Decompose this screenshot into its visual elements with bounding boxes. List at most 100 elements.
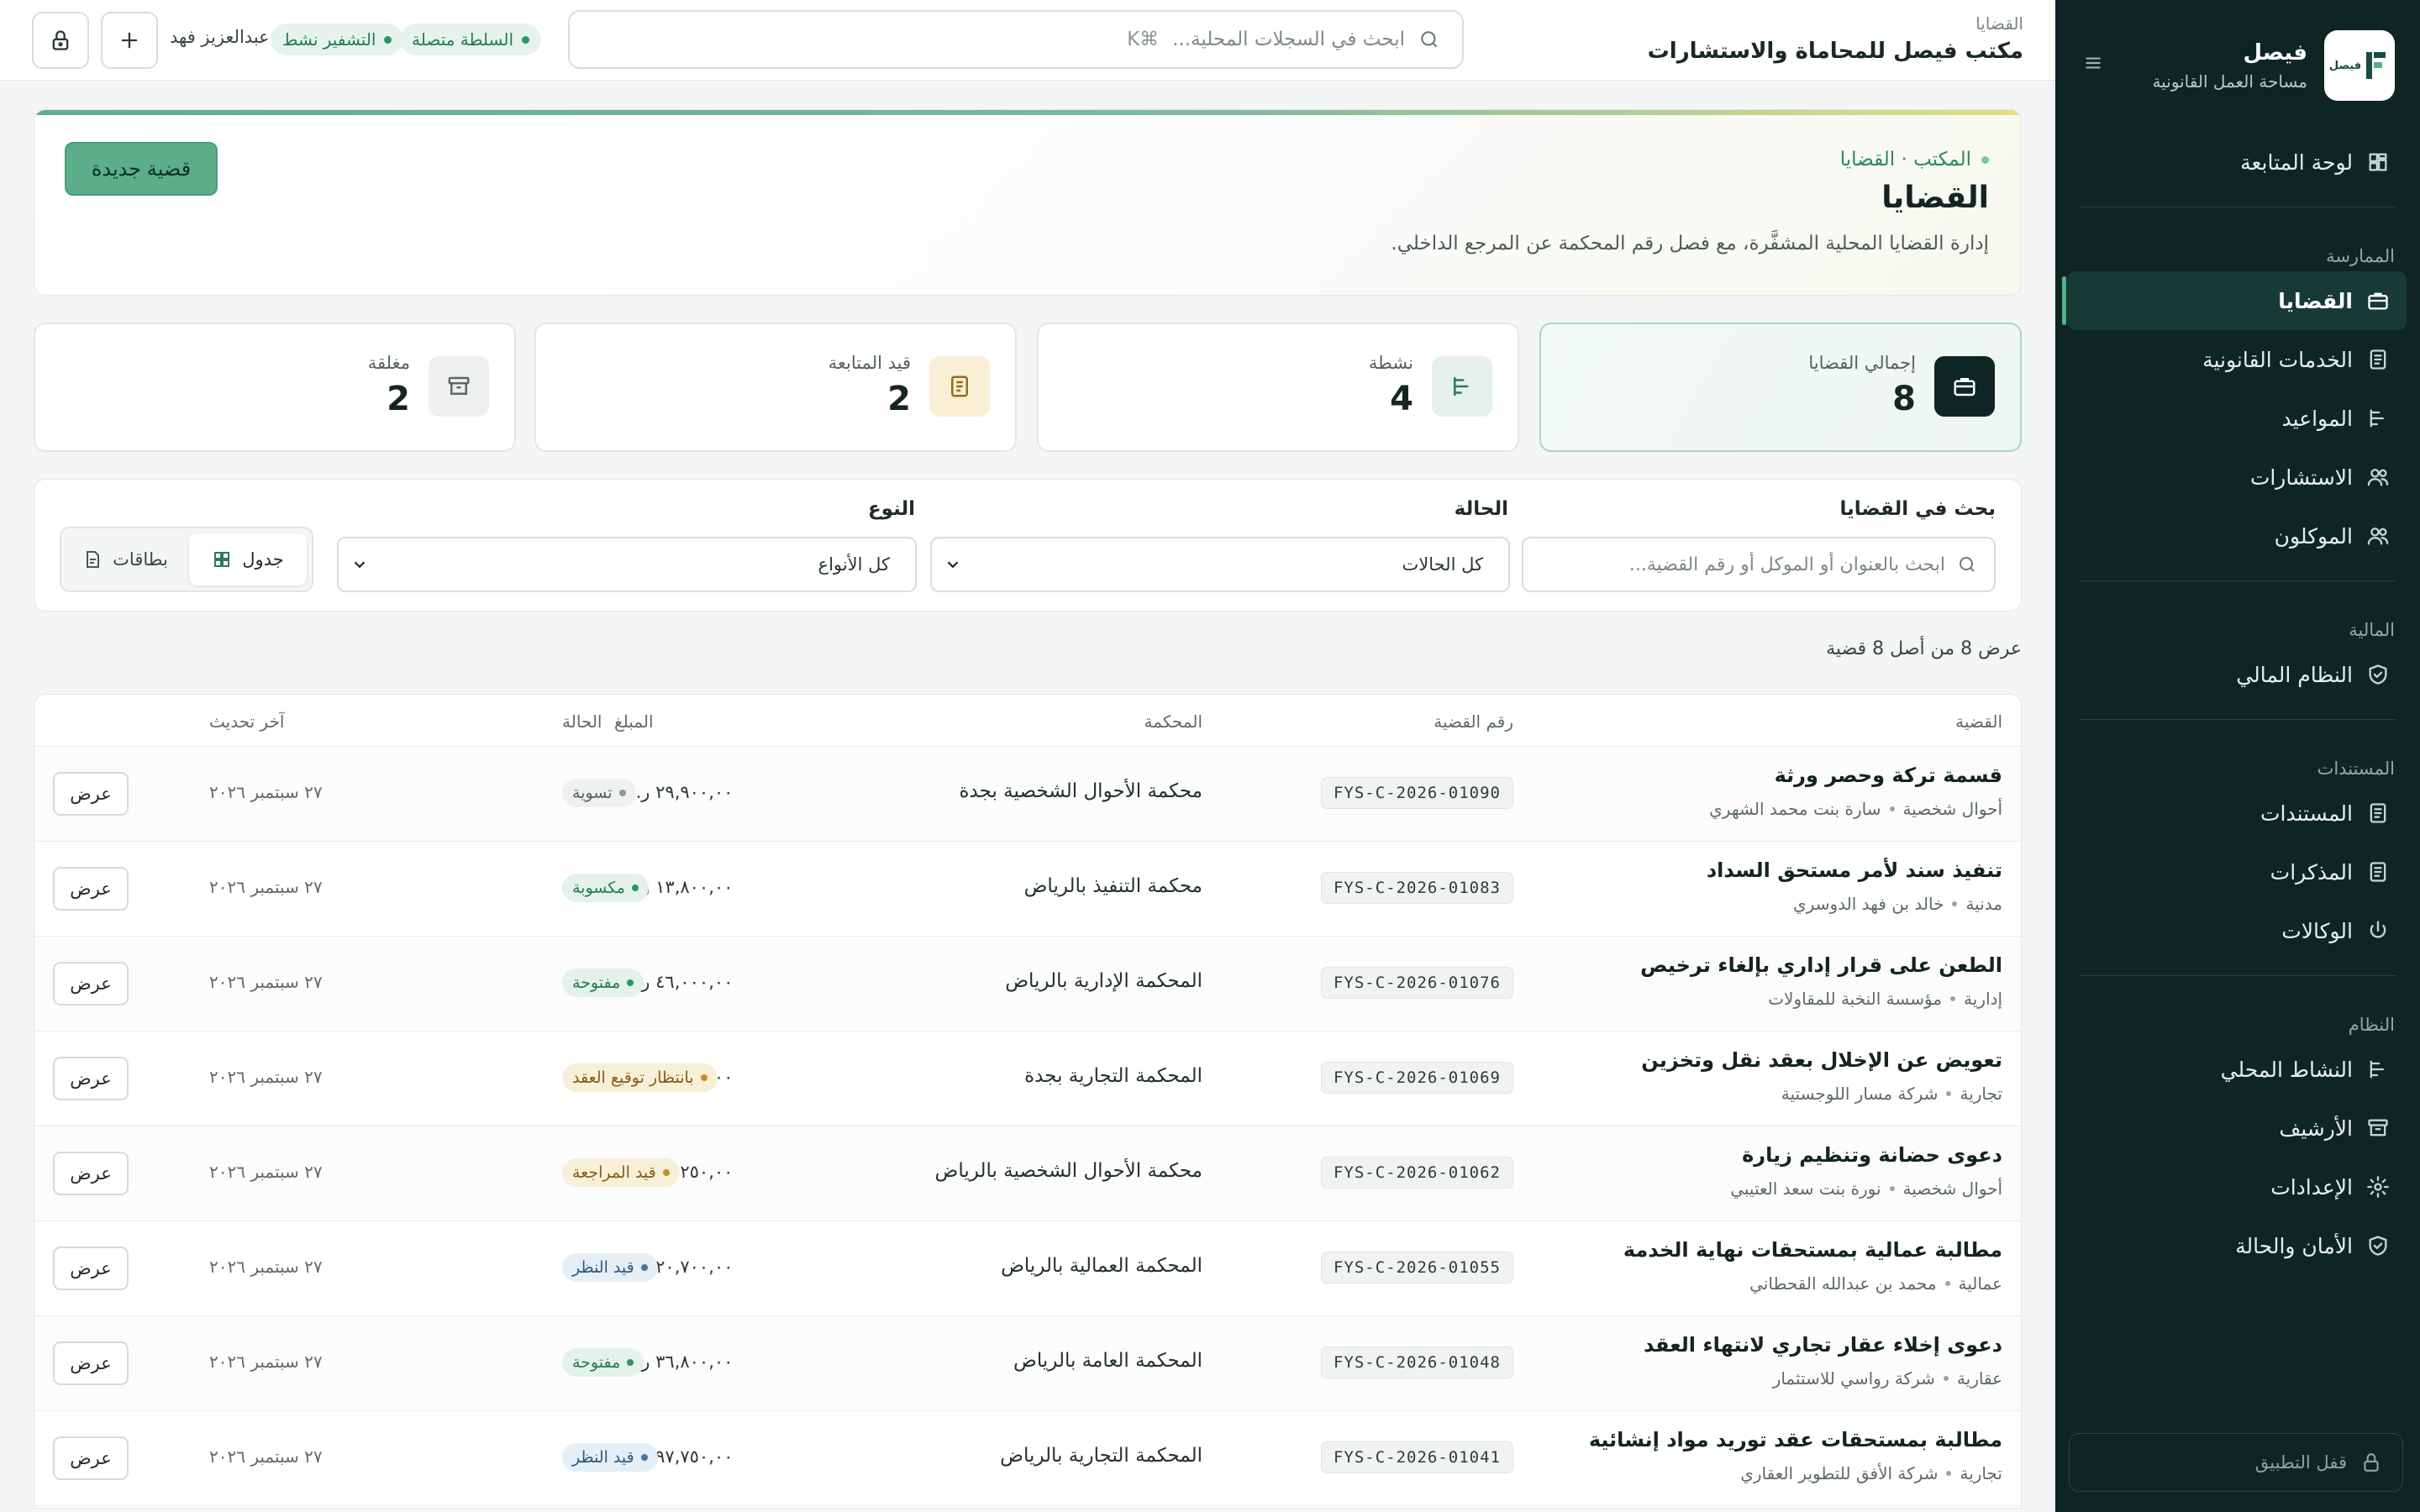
sidebar-item-appointments[interactable]: المواعيد [2055, 389, 2420, 448]
case-client: خالد بن فهد الدوسري [1793, 894, 1944, 914]
topbar: القضايا مكتب فيصل للمحاماة والاستشارات ا… [0, 0, 2055, 81]
case-title[interactable]: تنفيذ سند لأمر مستحق السداد [1707, 858, 2002, 882]
separator-dot [1943, 1376, 1949, 1381]
document-icon [2370, 803, 2386, 823]
case-court: محكمة التنفيذ بالرياض [1023, 875, 1202, 897]
separator-dot [1946, 1091, 1952, 1096]
sidebar-item-label: القضايا [2278, 288, 2353, 313]
status-text: مفتوحة [572, 974, 621, 992]
case-court: محكمة الأحوال الشخصية بالرياض [934, 1160, 1202, 1182]
case-meta: أحوال شخصية نورة بنت سعد العتيبي [1730, 1179, 2002, 1199]
view-case-button[interactable]: عرض [53, 1341, 129, 1385]
case-updated: ٢٧ سبتمبر ٢٠٢٦ [209, 877, 323, 897]
sidebar-item-memos[interactable]: المذكرات [2055, 843, 2420, 901]
case-type: عمالية [1958, 1273, 2002, 1294]
table-row[interactable]: تنفيذ سند لأمر مستحق السداد مدنية خالد بن … [34, 842, 2021, 937]
stat-active-cases[interactable]: نشطة 4 [1037, 323, 1519, 452]
case-updated: ٢٧ سبتمبر ٢٠٢٦ [209, 1257, 323, 1277]
sidebar-item-documents[interactable]: المستندات [2055, 784, 2420, 843]
add-button[interactable] [101, 12, 158, 69]
case-updated: ٢٧ سبتمبر ٢٠٢٦ [209, 1352, 323, 1372]
archive-icon [429, 356, 489, 417]
sidebar-item-settings[interactable]: الإعدادات [2055, 1158, 2420, 1216]
global-search-input[interactable]: ابحث في السجلات المحلية... ⌘K [568, 10, 1464, 69]
case-court: المحكمة العامة بالرياض [1013, 1350, 1202, 1372]
sidebar-item-finance[interactable]: النظام المالي [2055, 645, 2420, 704]
case-title[interactable]: قسمة تركة وحصر ورثة [1775, 764, 2002, 787]
case-meta: مدنية خالد بن فهد الدوسري [1793, 894, 2002, 914]
case-title[interactable]: دعوى إخلاء عقار تجاري لانتهاء العقد [1644, 1333, 2002, 1357]
nav-section-7: المالية [2349, 620, 2395, 640]
table-row[interactable]: مطالبة عمالية بمستحقات نهاية الخدمة عمالي… [34, 1221, 2021, 1316]
sidebar-item-clients[interactable]: الموكلون [2055, 507, 2420, 565]
global-search-placeholder: ابحث في السجلات المحلية... [1172, 29, 1405, 50]
col-number: رقم القضية [1434, 711, 1513, 732]
nav-section-1: الممارسة [2326, 246, 2395, 266]
sidebar-collapse-button[interactable] [2082, 52, 2104, 74]
sidebar-item-label: الإعدادات [2270, 1174, 2353, 1200]
case-court: المحكمة التجارية بالرياض [1000, 1445, 1202, 1467]
user-name[interactable]: عبدالعزيز فهد [170, 27, 270, 47]
lock-app-button[interactable]: قفل التطبيق [2069, 1433, 2403, 1492]
sidebar-item-label: الأرشيف [2279, 1116, 2353, 1141]
table-row[interactable]: قسمة تركة وحصر ورثة أحوال شخصية سارة بنت م… [34, 747, 2021, 842]
breadcrumb-text[interactable]: المكتب · القضايا [1840, 149, 1971, 171]
view-case-button[interactable]: عرض [53, 1436, 129, 1480]
stat-total-cases[interactable]: إجمالي القضايا 8 [1539, 323, 2022, 452]
search-icon [1960, 557, 1975, 572]
sidebar-item-cases[interactable]: القضايا [2062, 271, 2407, 330]
view-table-button[interactable]: جدول [189, 533, 307, 585]
view-case-button[interactable]: عرض [53, 1152, 129, 1195]
case-number: FYS-C-2026-01062 [1320, 1157, 1513, 1189]
nav-divider [2079, 719, 2396, 720]
sidebar-item-label: المذكرات [2270, 859, 2353, 885]
view-case-button[interactable]: عرض [53, 867, 129, 911]
top-breadcrumb: القضايا مكتب فيصل للمحاماة والاستشارات [1648, 13, 2023, 64]
view-cards-button[interactable]: بطاقات [66, 533, 184, 585]
case-number: FYS-C-2026-01055 [1320, 1252, 1513, 1284]
nav-section-13: النظام [2348, 1015, 2395, 1035]
case-updated: ٢٧ سبتمبر ٢٠٢٦ [209, 1067, 323, 1087]
table-row[interactable]: دعوى إخلاء عقار تجاري لانتهاء العقد عقاري… [34, 1316, 2021, 1411]
view-case-button[interactable]: عرض [53, 1057, 129, 1100]
sidebar-item-security[interactable]: الأمان والحالة [2055, 1216, 2420, 1275]
brand[interactable]: فيصل فيصل مساحة العمل القانونية [2152, 30, 2395, 101]
view-case-button[interactable]: عرض [53, 1247, 129, 1290]
table-row[interactable]: دعوى حضانة وتنظيم زيارة أحوال شخصية نورة ب… [34, 1126, 2021, 1221]
stat-closed-cases[interactable]: مغلقة 2 [34, 323, 516, 452]
case-title[interactable]: مطالبة عمالية بمستحقات نهاية الخدمة [1623, 1238, 2002, 1262]
table-row[interactable]: الطعن على قرار إداري بإلغاء ترخيص إدارية م… [34, 937, 2021, 1032]
view-case-button[interactable]: عرض [53, 962, 129, 1005]
sidebar-item-services[interactable]: الخدمات القانونية [2055, 330, 2420, 389]
case-title[interactable]: الطعن على قرار إداري بإلغاء ترخيص [1640, 953, 2002, 977]
view-case-button[interactable]: عرض [53, 772, 129, 816]
menu-icon [2086, 57, 2101, 69]
nav-divider [2079, 975, 2396, 976]
table-row[interactable]: مطالبة بمستحقات عقد توريد مواد إنشائية تج… [34, 1411, 2021, 1506]
case-client: شركة رواسي للاستثمار [1772, 1368, 1935, 1389]
stat-followup-cases[interactable]: قيد المتابعة 2 [534, 323, 1017, 452]
sidebar-item-dashboard[interactable]: لوحة المتابعة [2055, 133, 2420, 192]
new-case-button[interactable]: قضية جديدة [65, 142, 218, 196]
lock-icon [52, 30, 69, 50]
sidebar-item-archive[interactable]: الأرشيف [2055, 1099, 2420, 1158]
lock-button[interactable] [32, 12, 89, 69]
timeline-icon [2370, 409, 2384, 428]
case-title[interactable]: مطالبة بمستحقات عقد توريد مواد إنشائية [1589, 1428, 2002, 1452]
case-title[interactable]: تعويض عن الإخلال بعقد نقل وتخزين [1641, 1048, 2002, 1072]
case-search-input[interactable]: ابحث بالعنوان أو الموكل أو رقم القضية... [1522, 537, 1996, 592]
sidebar-item-label: المواعيد [2281, 406, 2353, 431]
case-title[interactable]: دعوى حضانة وتنظيم زيارة [1742, 1143, 2002, 1167]
timeline-icon [1432, 356, 1492, 417]
case-type: عقارية [1956, 1368, 2002, 1389]
view-toggle: جدول بطاقات [60, 527, 313, 592]
sidebar-item-poa[interactable]: الوكالات [2055, 901, 2420, 960]
sidebar-item-activity[interactable]: النشاط المحلي [2055, 1040, 2420, 1099]
sidebar-item-consultations[interactable]: الاستشارات [2055, 448, 2420, 507]
table-row[interactable]: تعويض عن الإخلال بعقد نقل وتخزين تجارية شر… [34, 1032, 2021, 1126]
cases-table: القضية رقم القضية المحكمة المبلغ الحالة … [34, 694, 2022, 1509]
status-badge: مفتوحة [562, 1348, 644, 1377]
status-select[interactable]: كل الحالات [930, 537, 1510, 592]
type-select[interactable]: كل الأنواع [337, 537, 917, 592]
brand-name: فيصل [2243, 40, 2307, 66]
